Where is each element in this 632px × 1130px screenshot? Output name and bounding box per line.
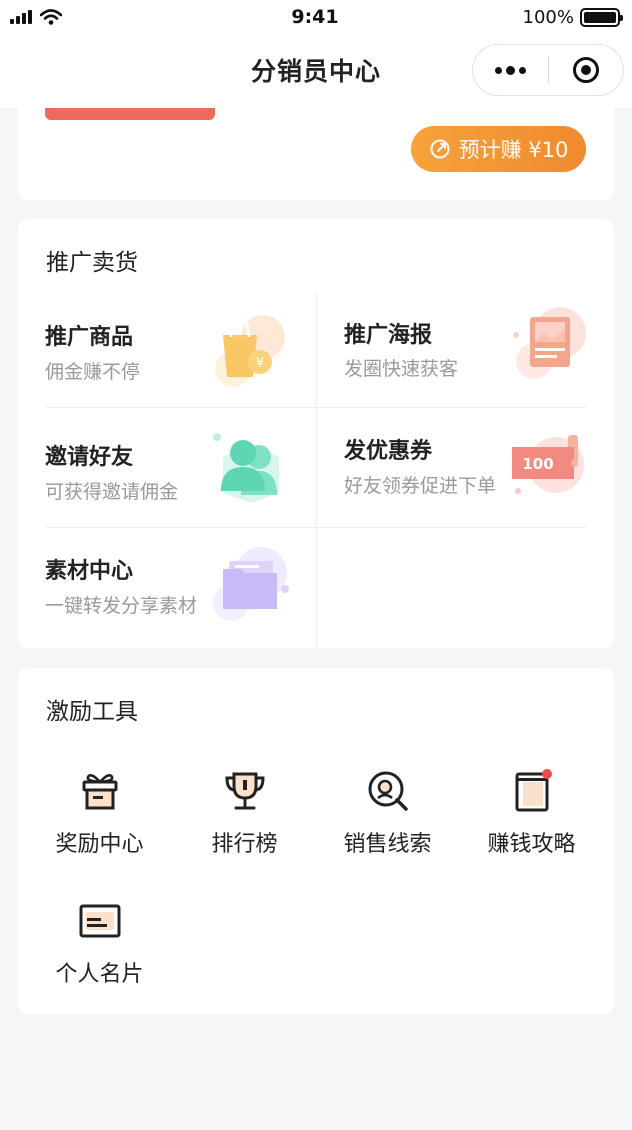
status-time: 9:41 xyxy=(291,6,339,28)
tool-label: 个人名片 xyxy=(55,962,144,987)
earning-guide-button[interactable]: 赚钱攻略 xyxy=(459,768,604,878)
coupon-icon: 100 xyxy=(512,435,584,494)
nav-bar: 分销员中心 xyxy=(0,34,632,108)
tool-label: 排行榜 xyxy=(211,832,278,857)
status-bar: 9:41 100% xyxy=(0,0,632,34)
leaderboard-button[interactable]: 排行榜 xyxy=(172,768,317,878)
item-subtitle: 好友领券促进下单 xyxy=(344,475,497,497)
promote-poster-item[interactable]: 推广海报 发圈快速获客 xyxy=(316,293,587,411)
item-subtitle: 发圈快速获客 xyxy=(344,358,459,380)
red-action-button[interactable] xyxy=(45,108,215,120)
trophy-icon xyxy=(224,772,265,810)
tool-label: 赚钱攻略 xyxy=(487,832,576,857)
tool-label: 销售线索 xyxy=(343,832,432,857)
friends-icon xyxy=(213,433,279,503)
incentive-tools-title: 激励工具 xyxy=(46,699,138,725)
incentive-tools-card: 激励工具 奖励中心 排行榜 销售线索 赚钱攻略 个人名片 xyxy=(18,668,614,1014)
item-subtitle: 可获得邀请佣金 xyxy=(45,481,179,503)
battery-icon xyxy=(579,7,623,27)
close-mini-program-button[interactable] xyxy=(549,45,623,95)
signal-icon xyxy=(10,10,32,24)
summary-card: 预计赚 ¥10 xyxy=(18,108,614,200)
battery-percent: 100% xyxy=(522,6,574,28)
promote-products-item[interactable]: 推广商品 佣金赚不停 ¥ xyxy=(45,293,316,411)
item-title: 邀请好友 xyxy=(45,445,134,470)
promote-grid: 推广商品 佣金赚不停 ¥ 推广海报 发圈快速获客 邀请好友 可获得邀请佣金 发优… xyxy=(45,293,587,648)
leads-search-icon xyxy=(368,771,408,811)
target-icon xyxy=(573,57,599,83)
poster-icon xyxy=(513,307,586,379)
svg-text:¥: ¥ xyxy=(256,356,264,371)
estimate-earn-button[interactable]: 预计赚 ¥10 xyxy=(411,126,586,172)
item-title: 发优惠券 xyxy=(344,439,433,464)
materials-center-item[interactable]: 素材中心 一键转发分享素材 xyxy=(45,533,316,651)
wifi-icon xyxy=(40,9,62,25)
rewards-center-button[interactable]: 奖励中心 xyxy=(27,768,172,878)
shopping-bag-icon: ¥ xyxy=(215,315,285,387)
item-title: 推广海报 xyxy=(344,323,433,348)
business-card-icon xyxy=(79,904,120,938)
more-menu-button[interactable] xyxy=(473,45,548,95)
item-subtitle: 一键转发分享素材 xyxy=(45,595,198,617)
item-subtitle: 佣金赚不停 xyxy=(45,361,141,383)
coupon-value: 100 xyxy=(522,455,553,473)
gift-icon xyxy=(82,774,117,810)
sales-leads-button[interactable]: 销售线索 xyxy=(315,768,460,878)
estimate-earn-label: 预计赚 ¥10 xyxy=(458,138,569,162)
status-right: 100% xyxy=(500,6,623,28)
tool-label: 奖励中心 xyxy=(55,832,144,857)
item-title: 素材中心 xyxy=(45,559,134,584)
business-card-button[interactable]: 个人名片 xyxy=(27,898,172,1008)
promote-sales-card: 推广卖货 推广商品 佣金赚不停 ¥ 推广海报 发圈快速获客 邀请好友 可获得邀请… xyxy=(18,219,614,648)
send-coupons-item[interactable]: 发优惠券 好友领券促进下单 100 xyxy=(316,413,587,531)
invite-friends-item[interactable]: 邀请好友 可获得邀请佣金 xyxy=(45,413,316,531)
promote-sales-title: 推广卖货 xyxy=(46,250,138,276)
share-arrow-icon xyxy=(430,139,450,159)
mini-program-capsule xyxy=(472,44,624,96)
guide-book-icon xyxy=(515,769,552,812)
status-left xyxy=(10,9,130,25)
folder-icon xyxy=(213,547,289,621)
item-title: 推广商品 xyxy=(45,325,134,350)
